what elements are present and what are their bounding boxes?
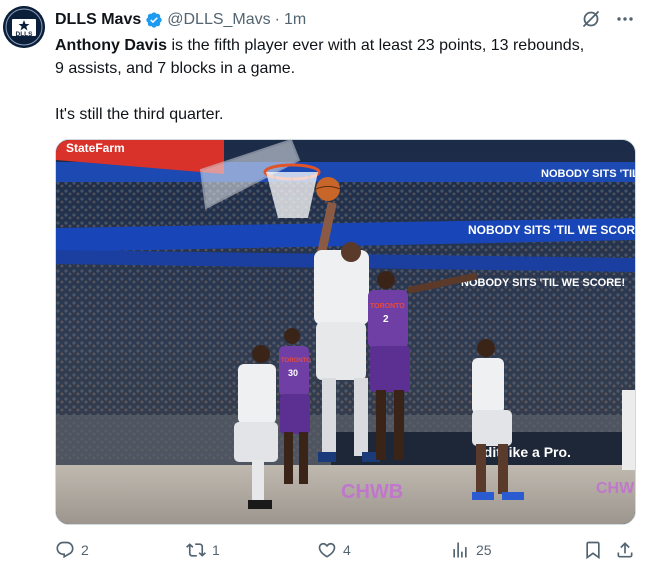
handle[interactable]: @DLLS_Mavs (167, 11, 270, 29)
grok-icon[interactable] (581, 9, 601, 34)
tweet[interactable]: DLLS DLLS Mavs @DLLS_Mavs · 1m Anthony D… (0, 0, 647, 578)
tweet-text-line-1-rest: is the fifth player ever with at least 2… (167, 37, 585, 54)
bookmark-button[interactable] (583, 540, 603, 560)
repost-icon (186, 540, 206, 560)
mentioned-name: Anthony Davis (55, 37, 168, 54)
tweet-text-line-2: 9 assists, and 7 blocks in a game. (55, 60, 296, 77)
court-ad-text: edit like a Pro. (476, 444, 571, 460)
court-text-right: CHW (596, 480, 635, 497)
more-icon[interactable] (615, 9, 635, 34)
banner-low-text: NOBODY SITS 'TIL WE SCORE! (461, 277, 625, 289)
tweet-header: DLLS Mavs @DLLS_Mavs · 1m (55, 9, 306, 31)
reply-count: 2 (81, 542, 89, 558)
share-icon (615, 540, 635, 560)
court-text-left: CHWB (341, 481, 403, 503)
reply-button[interactable]: 2 (55, 540, 89, 560)
tweet-text-line-1: Anthony Davis is the fifth player ever w… (55, 34, 635, 57)
share-button[interactable] (615, 540, 635, 560)
repost-button[interactable]: 1 (186, 540, 220, 560)
jersey-a-text: TORONTO (370, 303, 405, 310)
bookmark-icon (583, 540, 603, 560)
verified-icon (145, 11, 163, 29)
action-bar: 2 1 4 25 (55, 540, 635, 564)
header-actions (581, 9, 635, 34)
jersey-b-text: TORONTO (281, 358, 311, 364)
tweet-text: Anthony Davis is the fifth player ever w… (55, 34, 635, 126)
views-icon (450, 540, 470, 560)
like-count: 4 (343, 542, 351, 558)
avatar-logo-text: DLLS (16, 31, 34, 38)
display-name[interactable]: DLLS Mavs (55, 11, 141, 29)
tweet-media-image[interactable]: NOBODY SITS 'TIL WE SCORE! NOBODY SITS '… (55, 139, 636, 525)
banner-top-text: NOBODY SITS 'TIL WE SCORE! (541, 168, 635, 180)
views-button[interactable]: 25 (450, 540, 492, 560)
tweet-text-line-3: It's still the third quarter. (55, 106, 224, 123)
avatar[interactable]: DLLS (3, 6, 45, 48)
timestamp[interactable]: 1m (284, 11, 306, 29)
banner-mid-text: NOBODY SITS 'TIL WE SCORE! (468, 223, 635, 237)
like-button[interactable]: 4 (317, 540, 351, 560)
backboard-sign-text: StateFarm (66, 141, 125, 155)
like-icon (317, 540, 337, 560)
views-count: 25 (476, 542, 492, 558)
jersey-b-number: 30 (288, 368, 298, 378)
reply-icon (55, 540, 75, 560)
repost-count: 1 (212, 542, 220, 558)
separator-dot: · (274, 11, 280, 28)
jersey-a-number: 2 (383, 314, 389, 325)
